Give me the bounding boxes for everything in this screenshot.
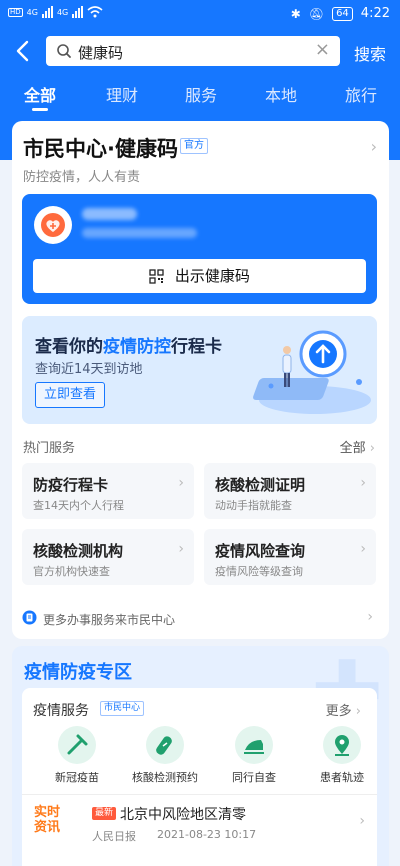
realtime-news-logo: 实时 资讯 [34,805,64,839]
epidemic-services-card: 疫情服务 市民中心 更多 › 新冠疫苗 核酸检测预约 同行自查 患者轨迹 实时 … [22,688,377,866]
mute-icon: 🔕︎ [308,6,325,21]
test-booking-shortcut[interactable]: 核酸检测预约 [125,726,205,785]
signal-icon [41,6,53,18]
service-risk-query[interactable]: 疫情风险查询 疫情风险等级查询 › [204,529,376,585]
tab-local[interactable]: 本地 [265,82,297,106]
service-itinerary-card[interactable]: 防疫行程卡 查14天内个人行程 › [22,463,194,519]
card-subtitle: 防控疫情，人人有责 [23,170,141,185]
signal-icon-2 [72,6,84,18]
banner-title-prefix: 查看你的 [35,337,103,357]
battery-indicator: 64 [332,6,353,21]
search-query: 健康码 [78,44,124,62]
heart-plus-icon [41,213,65,237]
qr-code-icon [149,269,164,284]
service-title: 防疫行程卡 [33,476,109,494]
chevron-right-icon[interactable]: › [371,137,377,156]
service-title: 核酸检测机构 [33,542,124,560]
bluetooth-icon: ✱ [290,6,301,21]
shortcut-label: 同行自查 [232,771,276,784]
shortcut-label: 核酸检测预约 [132,771,198,784]
train-icon [235,726,273,764]
wifi-icon [87,6,103,18]
news-time: 2021-08-23 10:17 [157,828,257,841]
tab-finance[interactable]: 理财 [106,82,138,106]
service-desc: 疫情风险等级查询 [215,565,303,578]
more-services-label: 更多办事服务来市民中心 [43,613,176,627]
service-test-certificate[interactable]: 核酸检测证明 动动手指就能查 › [204,463,376,519]
patient-track-shortcut[interactable]: 患者轨迹 [302,726,382,785]
clock: 4:22 [360,6,390,21]
banner-title-suffix: 行程卡 [171,337,222,357]
banner-subtitle: 查询近14天到访地 [35,362,143,377]
blurred-info [82,228,197,238]
card-title[interactable]: 市民中心·健康码 [23,133,178,163]
tab-all[interactable]: 全部 [24,82,56,111]
citizen-center-card: 市民中心·健康码 官方 › 防控疫情，人人有责 出示健康码 查看你的疫情防控行程… [12,121,389,639]
service-desc: 官方机构快速查 [33,565,110,578]
view-now-button[interactable]: 立即查看 [35,382,105,408]
vaccine-icon [58,726,96,764]
itinerary-card-banner[interactable]: 查看你的疫情防控行程卡 查询近14天到访地 立即查看 [22,316,377,424]
search-input[interactable]: 健康码 × [46,36,340,66]
search-row: 健康码 × 搜索 [0,36,400,66]
hd-badge: HD [8,7,23,17]
location-icon [323,726,361,764]
more-label: 更多 [325,704,352,719]
shortcut-label: 新冠疫苗 [55,771,99,784]
health-code-panel: 出示健康码 [22,194,377,304]
network-label-2: 4G [56,7,69,17]
more-link[interactable]: 更多 › [326,700,361,719]
logo-line-1: 实时 [34,805,61,820]
banner-title: 查看你的疫情防控行程卡 [35,332,222,357]
all-label: 全部 [339,441,366,456]
hot-services-all-link[interactable]: 全部 › [340,437,375,456]
services-title: 疫情服务 [33,703,89,719]
chevron-right-icon: › [360,541,366,557]
document-icon [22,610,37,625]
banner-title-highlight: 疫情防控 [103,337,171,357]
tab-services[interactable]: 服务 [185,82,217,106]
logo-line-2: 资讯 [34,820,61,835]
chevron-right-icon: › [359,813,365,829]
chevron-right-icon: › [355,704,361,719]
show-health-code-button[interactable]: 出示健康码 [33,259,366,293]
hot-services-label: 热门服务 [23,441,76,456]
epidemic-zone-card: ✚ 疫情防疫专区 疫情服务 市民中心 更多 › 新冠疫苗 核酸检测预约 同行自查 [12,646,389,866]
blurred-name [82,208,137,220]
status-bar: HD 4G 4G ✱ 🔕︎ 64 4:22 [0,0,400,30]
show-code-label: 出示健康码 [174,267,250,285]
network-label: 4G [26,7,38,17]
service-desc: 动动手指就能查 [215,499,292,512]
shortcut-label: 患者轨迹 [320,771,364,784]
citizen-center-badge: 市民中心 [100,701,145,716]
service-desc: 查14天内个人行程 [33,499,124,512]
tab-travel[interactable]: 旅行 [345,82,377,106]
chevron-right-icon: › [369,441,375,456]
service-test-institutions[interactable]: 核酸检测机构 官方机构快速查 › [22,529,194,585]
zone-title: 疫情防疫专区 [24,662,132,683]
news-item[interactable]: 实时 资讯 最新 北京中风险地区清零 人民日报 2021-08-23 10:17… [22,794,377,850]
category-tabs: 全部 理财 服务 本地 旅行 [0,82,400,112]
chevron-right-icon: › [360,475,366,491]
test-tube-icon [146,726,184,764]
vaccine-shortcut[interactable]: 新冠疫苗 [37,726,117,785]
search-icon [57,44,71,58]
search-button[interactable]: 搜索 [354,41,386,65]
latest-tag: 最新 [92,807,117,820]
service-title: 疫情风险查询 [215,542,306,560]
clear-icon[interactable]: × [315,39,330,60]
itinerary-illustration [253,330,371,414]
chevron-right-icon: › [367,609,373,625]
official-badge: 官方 [180,138,208,154]
avatar [34,206,72,244]
companion-check-shortcut[interactable]: 同行自查 [214,726,294,785]
back-arrow-icon[interactable] [12,38,36,64]
news-source: 人民日报 [92,830,136,843]
service-title: 核酸检测证明 [215,476,306,494]
chevron-right-icon: › [178,541,184,557]
chevron-right-icon: › [178,475,184,491]
news-headline: 北京中风险地区清零 [120,807,246,823]
more-services-link[interactable]: 更多办事服务来市民中心 › [22,609,377,629]
